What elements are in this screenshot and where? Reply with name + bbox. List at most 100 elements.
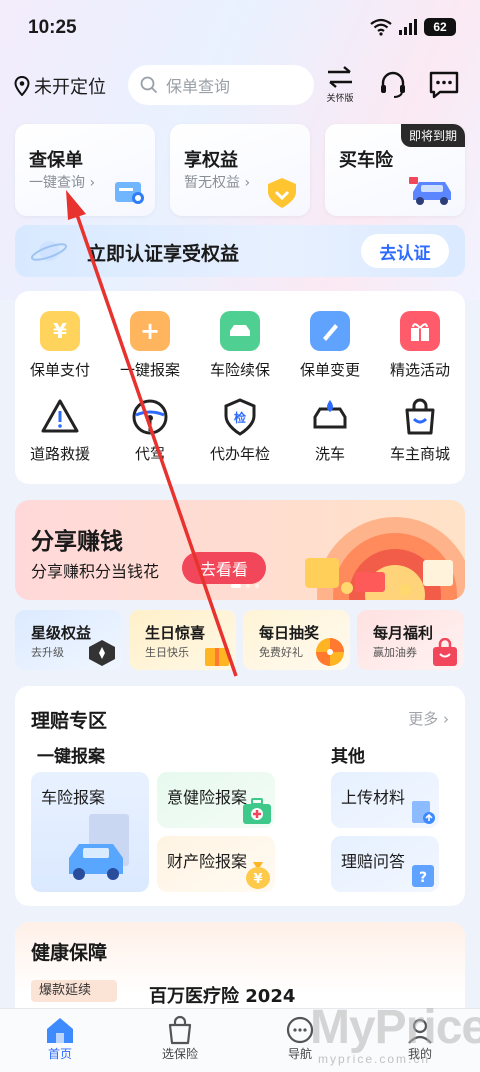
health-product-name[interactable]: 百万医疗险 2024 [149,982,295,1008]
service-item-road-rescue[interactable]: 道路救援 [15,397,105,464]
property-claim-button[interactable]: 财产险报案 ¥ [157,836,275,892]
service-label: 道路救援 [29,445,90,463]
home-icon [47,1018,73,1043]
health-accident-claim-button[interactable]: 意健险报案 [157,772,275,828]
claim-label: 意健险报案 [167,788,248,807]
car-renew-icon [220,311,260,351]
tab-choose-insurance[interactable]: 选保险 [140,1015,220,1062]
birthday-card[interactable]: 生日惊喜 生日快乐 [129,610,236,670]
buy-car-insurance-card[interactable]: 即将到期 买车险 [325,124,465,216]
claim-label: 理赔问答 [341,852,406,871]
gift-box-icon [205,648,229,666]
quick-report-heading: 一键报案 [37,747,105,767]
verify-button[interactable]: 去认证 [361,234,449,268]
promo-button[interactable]: 去看看 [182,552,266,584]
status-icons: 62 [370,18,456,36]
lottery-wheel-icon [316,638,344,666]
watermark-brand: MyPrice [310,1001,480,1054]
svg-text:?: ? [419,870,427,886]
tab-home[interactable]: 首页 [20,1015,100,1062]
benefits-card[interactable]: 享权益 暂无权益 › [170,124,310,216]
service-grid: ¥ 保单支付 + 一键报案 车险续保 保单变更 精选活动 道路救援 代驾 检 代… [15,291,465,484]
claims-more-link[interactable]: 更多 › [408,708,449,729]
service-label: 精选活动 [389,361,450,379]
claim-label: 上传材料 [341,788,406,807]
svg-text:¥: ¥ [253,872,262,887]
verify-banner[interactable]: 立即认证享受权益 去认证 [15,225,465,277]
claims-section: 理赔专区 更多 › 一键报案 其他 车险报案 意健险报案 财产险报案 ¥ 上传材… [15,686,465,906]
message-button[interactable] [428,70,460,100]
health-title: 健康保障 [31,942,108,964]
question-doc-icon: ? [412,865,434,887]
car-icon [409,177,451,205]
card-title: 查保单 [29,150,83,171]
medical-kit-icon [243,798,271,824]
service-item-policy-payment[interactable]: ¥ 保单支付 [15,311,105,380]
service-item-car-mall[interactable]: 车主商城 [375,397,465,464]
car-claim-button[interactable]: 车险报案 [31,772,149,892]
signal-icon [399,19,417,35]
service-item-featured-events[interactable]: 精选活动 [375,311,465,380]
hot-tag: 爆款延续 [31,980,117,1002]
steering-wheel-icon [132,399,168,435]
verify-text: 立即认证享受权益 [87,243,240,265]
tab-label: 导航 [287,1047,312,1061]
benefit-shield-icon [268,178,296,208]
top-header: 未开定位 保单查询 关怀版 [0,62,480,108]
carousel-dots [231,584,259,588]
monthly-welfare-card[interactable]: 每月福利 赢加油券 [357,610,464,670]
location-selector[interactable]: 未开定位 [14,73,106,99]
service-item-quick-report[interactable]: + 一键报案 [105,311,195,380]
service-item-chauffeur[interactable]: 代驾 [105,397,195,464]
card-title: 享权益 [184,150,238,171]
care-mode-button[interactable]: 关怀版 [326,66,354,104]
check-policy-card[interactable]: 查保单 一键查询 › [15,124,155,216]
yen-wallet-icon: ¥ [40,311,80,351]
warning-triangle-icon [41,399,79,433]
location-label: 未开定位 [34,77,106,98]
bag-outline-icon [168,1015,192,1045]
mini-subtitle: 赢加油券 [373,646,417,659]
planet-icon [30,241,68,261]
service-item-car-wash[interactable]: 洗车 [285,397,375,464]
wifi-icon [370,18,392,36]
claim-faq-button[interactable]: 理赔问答 ? [331,836,439,892]
car-accident-icon [69,814,129,880]
shopping-bag-icon [405,398,435,435]
customer-service-button[interactable] [378,70,408,100]
mini-subtitle: 去升级 [31,646,64,659]
status-time: 10:25 [28,17,77,38]
daily-lottery-card[interactable]: 每日抽奖 免费好礼 [243,610,350,670]
service-item-car-renewal[interactable]: 车险续保 [195,311,285,380]
share-earn-banner[interactable]: 分享赚钱 分享赚积分当钱花 去看看 [15,500,465,600]
search-icon [140,76,158,94]
mini-title: 每月福利 [373,624,434,642]
tab-label: 首页 [47,1047,72,1061]
svg-text:检: 检 [234,410,246,425]
service-item-policy-change[interactable]: 保单变更 [285,311,375,380]
service-label: 一键报案 [119,361,180,379]
care-mode-label: 关怀版 [326,94,354,104]
tab-label: 选保险 [161,1047,198,1061]
money-bag-icon: ¥ [246,862,270,889]
service-item-annual-inspection[interactable]: 检 代办年检 [195,397,285,464]
service-label: 洗车 [314,445,345,463]
gift-icon [400,311,440,351]
benefit-cards: 星级权益 去升级 生日惊喜 生日快乐 每日抽奖 免费好礼 每月福利 赢加油券 [15,610,465,670]
upload-materials-button[interactable]: 上传材料 [331,772,439,828]
mini-title: 生日惊喜 [145,624,206,642]
battery-icon: 62 [424,18,456,36]
service-label: 保单变更 [299,361,360,379]
search-input[interactable]: 保单查询 [128,65,314,105]
mini-subtitle: 免费好礼 [259,646,303,659]
location-pin-icon [14,76,30,96]
shopping-bag-red-icon [433,638,457,666]
watermark-url: myprice.com.cn [318,1052,431,1066]
service-label: 车主商城 [389,445,450,463]
star-benefits-card[interactable]: 星级权益 去升级 [15,610,122,670]
search-placeholder: 保单查询 [166,77,231,96]
inspection-shield-icon: 检 [224,398,256,436]
message-icon [429,71,459,99]
mini-title: 星级权益 [31,624,92,642]
claim-label: 车险报案 [41,788,106,807]
